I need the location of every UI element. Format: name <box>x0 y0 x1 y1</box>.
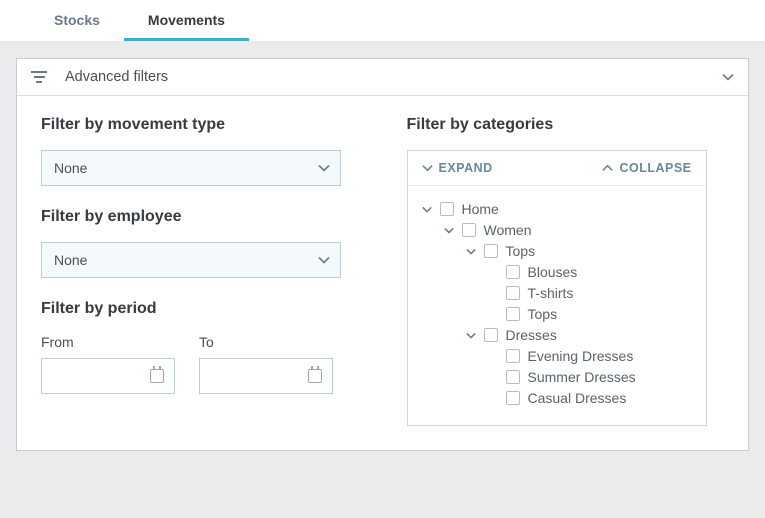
node-label: Evening Dresses <box>528 348 634 364</box>
chevron-up-icon <box>602 164 613 172</box>
content-area: Advanced filters Filter by movement type… <box>0 42 765 467</box>
node-label: Home <box>462 201 499 217</box>
calendar-icon <box>150 369 164 383</box>
node-label: Tops <box>506 243 536 259</box>
tree-node-home[interactable]: Home <box>422 201 692 217</box>
node-label: Women <box>484 222 532 238</box>
chevron-down-icon <box>722 73 734 81</box>
period-heading: Filter by period <box>41 300 359 318</box>
node-label: Casual Dresses <box>528 390 627 406</box>
tree-node-summer[interactable]: Summer Dresses <box>488 369 692 385</box>
checkbox[interactable] <box>506 370 520 384</box>
tree-node-blouses[interactable]: Blouses <box>488 264 692 280</box>
expand-label: EXPAND <box>439 161 493 175</box>
to-date-input[interactable] <box>199 358 333 394</box>
checkbox[interactable] <box>462 223 476 237</box>
advanced-filters-panel: Advanced filters Filter by movement type… <box>16 58 749 451</box>
period-from: From <box>41 334 175 394</box>
select-value: None <box>54 252 87 268</box>
tree-node-women[interactable]: Women <box>444 222 692 238</box>
select-value: None <box>54 160 87 176</box>
checkbox[interactable] <box>506 391 520 405</box>
employee-heading: Filter by employee <box>41 208 359 226</box>
expand-button[interactable]: EXPAND <box>422 161 493 175</box>
period-block: Filter by period From To <box>41 300 359 394</box>
left-column: Filter by movement type None Filter by e… <box>41 116 359 426</box>
tab-movements[interactable]: Movements <box>124 0 249 41</box>
chevron-down-icon <box>318 256 328 264</box>
checkbox[interactable] <box>506 265 520 279</box>
category-tree-box: EXPAND COLLAPSE <box>407 150 707 426</box>
movement-type-heading: Filter by movement type <box>41 116 359 134</box>
node-label: Blouses <box>528 264 578 280</box>
tab-stocks[interactable]: Stocks <box>30 0 124 41</box>
chevron-down-icon <box>422 164 433 172</box>
tree-node-casual[interactable]: Casual Dresses <box>488 390 692 406</box>
filter-icon <box>31 71 47 83</box>
checkbox[interactable] <box>440 202 454 216</box>
from-label: From <box>41 334 175 350</box>
node-label: Dresses <box>506 327 557 343</box>
movement-type-select[interactable]: None <box>41 150 341 186</box>
calendar-icon <box>308 369 322 383</box>
category-tree: Home Women <box>408 186 706 425</box>
tab-label: Stocks <box>54 12 100 28</box>
tree-node-tshirts[interactable]: T-shirts <box>488 285 692 301</box>
period-row: From To <box>41 334 359 394</box>
from-date-input[interactable] <box>41 358 175 394</box>
checkbox[interactable] <box>506 349 520 363</box>
collapse-label: COLLAPSE <box>619 161 691 175</box>
tree-node-dresses[interactable]: Dresses <box>466 327 692 343</box>
checkbox[interactable] <box>506 286 520 300</box>
to-label: To <box>199 334 333 350</box>
tree-node-tops[interactable]: Tops <box>466 243 692 259</box>
employee-block: Filter by employee None <box>41 208 359 278</box>
tab-bar: Stocks Movements <box>0 0 765 42</box>
employee-select[interactable]: None <box>41 242 341 278</box>
chevron-down-icon <box>318 164 328 172</box>
chevron-down-icon[interactable] <box>444 227 454 234</box>
tree-node-tops-leaf[interactable]: Tops <box>488 306 692 322</box>
panel-header[interactable]: Advanced filters <box>17 59 748 96</box>
categories-heading: Filter by categories <box>407 116 725 134</box>
tree-node-evening[interactable]: Evening Dresses <box>488 348 692 364</box>
panel-body: Filter by movement type None Filter by e… <box>17 96 748 450</box>
node-label: T-shirts <box>528 285 574 301</box>
chevron-down-icon[interactable] <box>466 248 476 255</box>
collapse-button[interactable]: COLLAPSE <box>602 161 691 175</box>
node-label: Summer Dresses <box>528 369 636 385</box>
movement-type-block: Filter by movement type None <box>41 116 359 186</box>
period-to: To <box>199 334 333 394</box>
node-label: Tops <box>528 306 558 322</box>
tab-label: Movements <box>148 12 225 28</box>
chevron-down-icon[interactable] <box>466 332 476 339</box>
panel-title: Advanced filters <box>65 69 722 85</box>
checkbox[interactable] <box>506 307 520 321</box>
app-window: Stocks Movements Advanced filters Filter… <box>0 0 765 518</box>
checkbox[interactable] <box>484 244 498 258</box>
chevron-down-icon[interactable] <box>422 206 432 213</box>
right-column: Filter by categories EXPAND COLLAPSE <box>407 116 725 426</box>
checkbox[interactable] <box>484 328 498 342</box>
category-actions: EXPAND COLLAPSE <box>408 151 706 186</box>
